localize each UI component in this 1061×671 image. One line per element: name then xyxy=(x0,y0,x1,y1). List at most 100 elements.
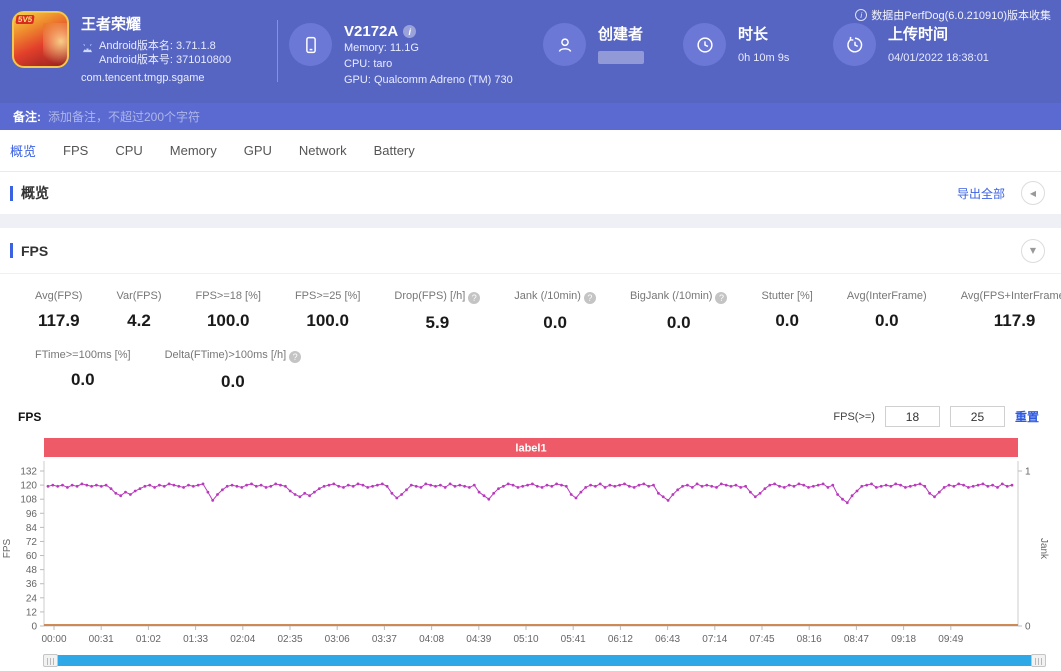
accent-bar xyxy=(10,243,13,258)
svg-text:09:49: 09:49 xyxy=(938,634,963,645)
section-divider xyxy=(0,214,1061,228)
scrollbar-left-handle[interactable] xyxy=(43,654,58,667)
device-gpu: GPU: Qualcomm Adreno (TM) 730 xyxy=(344,74,513,86)
note-label: 备注: xyxy=(13,110,41,124)
stat-label: Drop(FPS) [/h]? xyxy=(394,290,481,304)
y-axis-title: FPS xyxy=(2,538,13,558)
threshold-18-input[interactable] xyxy=(884,406,940,427)
stat-stutter: Stutter [%] 0.0 xyxy=(744,290,829,333)
phone-icon xyxy=(289,23,332,66)
chart-scrollbar[interactable] xyxy=(43,654,1046,667)
svg-text:04:39: 04:39 xyxy=(466,634,491,645)
app-block: 5V5 王者荣耀 Android版本名: 3.71.1.8 Android版本号… xyxy=(12,11,231,84)
collect-note: i 数据由PerfDog(6.0.210910)版本收集 xyxy=(855,7,1051,23)
threshold-25-input[interactable] xyxy=(949,406,1005,427)
android-icon xyxy=(83,43,92,53)
upload-label: 上传时间 xyxy=(888,26,949,43)
stat-drop-fps: Drop(FPS) [/h]? 5.9 xyxy=(377,290,497,333)
android-version-code: Android版本号: 371010800 xyxy=(99,54,232,66)
collapse-down-button[interactable]: ▼ xyxy=(1021,238,1045,263)
stat-fps-ge-25: FPS>=25 [%] 100.0 xyxy=(278,290,377,333)
svg-text:0: 0 xyxy=(31,622,37,633)
stat-value: 100.0 xyxy=(206,311,250,330)
scrollbar-right-handle[interactable] xyxy=(1031,654,1046,667)
upload-block: 上传时间 04/01/2022 18:38:01 xyxy=(833,23,989,66)
fps-chart[interactable]: label1 0 12 24 36 48 60 72 84 96 108 120 132 0 1 00:00 0… xyxy=(0,432,1061,648)
tab-overview[interactable]: 概览 xyxy=(10,141,36,160)
chart-controls: FPS FPS(>=) 重置 xyxy=(0,406,1061,432)
help-icon[interactable]: ? xyxy=(583,292,596,304)
stat-avg-fps-interframe: Avg(FPS+InterFrame) 117.9 xyxy=(944,290,1061,333)
note-bar: 备注: xyxy=(0,103,1061,130)
help-icon[interactable]: ? xyxy=(715,292,728,304)
svg-text:02:04: 02:04 xyxy=(230,634,255,645)
svg-text:00:00: 00:00 xyxy=(41,634,66,645)
svg-text:00:31: 00:31 xyxy=(89,634,114,645)
tab-fps[interactable]: FPS xyxy=(63,143,88,158)
svg-text:07:45: 07:45 xyxy=(749,634,774,645)
upload-value: 04/01/2022 18:38:01 xyxy=(888,52,989,64)
header: 5V5 王者荣耀 Android版本名: 3.71.1.8 Android版本号… xyxy=(0,0,1061,103)
android-version-name: Android版本名: 3.71.1.8 xyxy=(99,40,216,52)
svg-text:02:35: 02:35 xyxy=(277,634,302,645)
stat-avg-interframe: Avg(InterFrame) 0.0 xyxy=(830,290,944,333)
history-clock-icon xyxy=(833,23,876,66)
svg-text:84: 84 xyxy=(26,523,38,534)
stat-label: Jank (/10min)? xyxy=(514,290,596,304)
help-icon[interactable]: ? xyxy=(468,292,481,304)
chart-band-label: label1 xyxy=(515,443,546,455)
fps-stats-row-1: Avg(FPS) 117.9 Var(FPS) 4.2 FPS>=18 [%] 100.0… xyxy=(0,290,1061,333)
stat-value: 4.2 xyxy=(127,311,151,330)
chart-fps-label: FPS xyxy=(18,410,42,424)
stat-value: 5.9 xyxy=(425,313,450,332)
stat-label: FPS>=18 [%] xyxy=(195,290,261,302)
package-name: com.tencent.tmgp.sgame xyxy=(81,72,205,84)
stat-value: 0.0 xyxy=(874,311,899,330)
svg-text:09:18: 09:18 xyxy=(891,634,916,645)
duration-block: 时长 0h 10m 9s xyxy=(683,23,789,66)
clock-icon xyxy=(683,23,726,66)
svg-text:0: 0 xyxy=(1025,622,1031,633)
stat-value: 0.0 xyxy=(543,313,567,332)
svg-text:05:10: 05:10 xyxy=(513,634,538,645)
stat-value: 117.9 xyxy=(993,311,1036,330)
duration-value: 0h 10m 9s xyxy=(738,52,790,64)
y2-axis-title: Jank xyxy=(1038,538,1049,560)
info-icon: i xyxy=(855,9,868,21)
export-all-link[interactable]: 导出全部 xyxy=(957,185,1005,202)
device-model: V2172A xyxy=(344,23,399,40)
tab-battery[interactable]: Battery xyxy=(374,143,415,158)
device-memory: Memory: 11.1G xyxy=(344,42,419,54)
fps-section-header: FPS ▼ xyxy=(0,228,1061,274)
note-input[interactable] xyxy=(48,109,468,124)
svg-text:96: 96 xyxy=(26,509,38,520)
stat-avg-fps: Avg(FPS) 117.9 xyxy=(18,290,99,333)
tab-network[interactable]: Network xyxy=(299,143,347,158)
svg-text:120: 120 xyxy=(20,481,37,492)
tab-memory[interactable]: Memory xyxy=(170,143,217,158)
collapse-left-button[interactable]: ◀ xyxy=(1021,181,1045,205)
svg-text:04:08: 04:08 xyxy=(419,634,444,645)
game-badge: 5V5 xyxy=(15,15,35,24)
stat-ftime-ge-100ms: FTime>=100ms [%] 0.0 xyxy=(18,349,148,392)
stat-label: Avg(InterFrame) xyxy=(846,290,927,302)
device-block: V2172A i Memory: 11.1G CPU: taro GPU: Qu… xyxy=(289,23,513,88)
stat-label: Avg(FPS+InterFrame) xyxy=(960,290,1061,302)
stat-bigjank: BigJank (/10min)? 0.0 xyxy=(613,290,745,333)
svg-text:03:06: 03:06 xyxy=(325,634,350,645)
tab-cpu[interactable]: CPU xyxy=(115,143,142,158)
reset-button[interactable]: 重置 xyxy=(1015,408,1039,425)
stat-label: FPS>=25 [%] xyxy=(294,290,361,302)
svg-text:01:33: 01:33 xyxy=(183,634,208,645)
svg-text:06:43: 06:43 xyxy=(655,634,680,645)
stat-jank: Jank (/10min)? 0.0 xyxy=(497,290,613,333)
stat-label: Delta(FTime)>100ms [/h]? xyxy=(165,349,302,363)
stat-var-fps: Var(FPS) 4.2 xyxy=(99,290,178,333)
svg-text:08:16: 08:16 xyxy=(797,634,822,645)
svg-text:36: 36 xyxy=(26,579,38,590)
tab-gpu[interactable]: GPU xyxy=(244,143,272,158)
stat-label: Avg(FPS) xyxy=(35,290,83,302)
device-info-icon[interactable]: i xyxy=(403,25,417,38)
help-icon[interactable]: ? xyxy=(289,351,302,363)
fps-title: FPS xyxy=(21,242,49,259)
